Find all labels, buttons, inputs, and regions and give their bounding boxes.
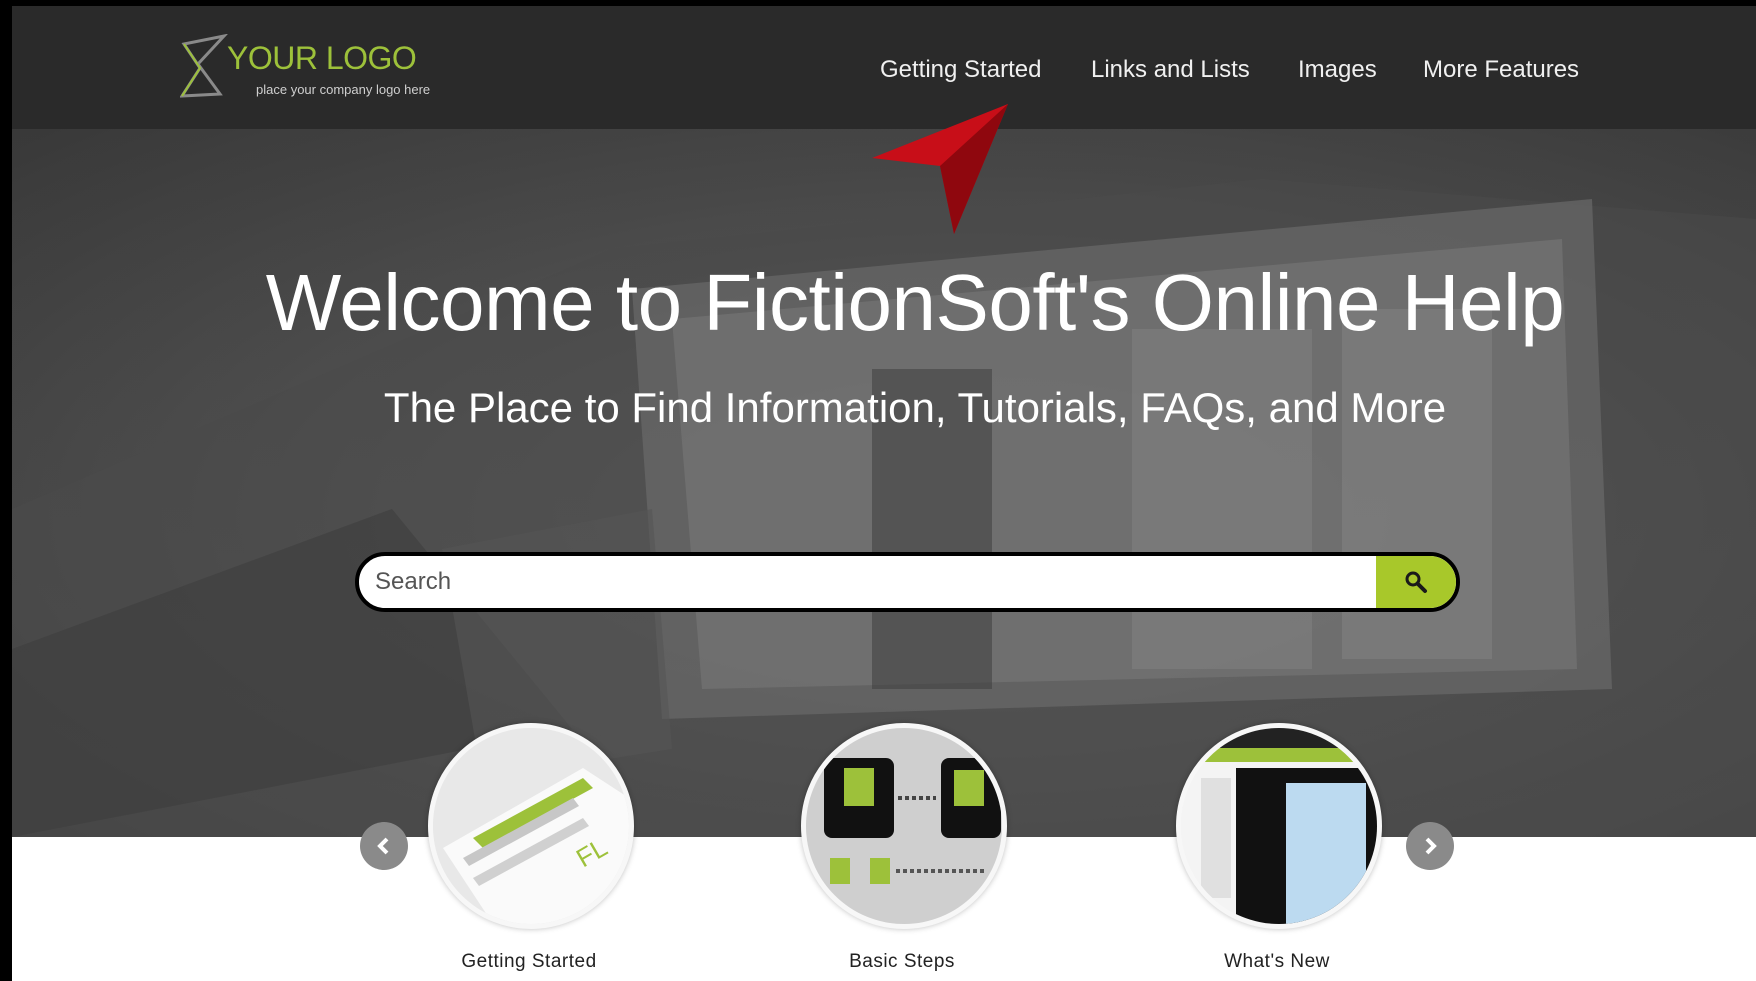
chevron-left-icon (377, 837, 389, 855)
help-page: YOUR LOGO place your company logo here G… (12, 6, 1756, 981)
search-icon (1405, 571, 1427, 593)
search-button[interactable] (1376, 556, 1456, 608)
carousel-prev-button[interactable] (360, 822, 408, 870)
tile-image (1176, 723, 1382, 929)
nav-more-features[interactable]: More Features (1423, 56, 1579, 84)
logo[interactable]: YOUR LOGO place your company logo here (180, 32, 480, 112)
nav-getting-started[interactable]: Getting Started (880, 56, 1041, 84)
nav-links-and-lists[interactable]: Links and Lists (1091, 56, 1250, 84)
tile-basic-steps[interactable]: Basic Steps (797, 723, 1007, 972)
tile-getting-started[interactable]: FL Getting Started (424, 723, 634, 972)
tile-image (801, 723, 1007, 929)
logo-text: YOUR LOGO (227, 40, 417, 76)
tile-label: Basic Steps (849, 951, 955, 972)
hero-title: Welcome to FictionSoft's Online Help (265, 258, 1565, 347)
logo-mark-icon (180, 34, 228, 98)
hero-subtitle: The Place to Find Information, Tutorials… (383, 384, 1447, 431)
tile-image: FL (428, 723, 634, 929)
search-bar (355, 552, 1460, 612)
logo-tagline: place your company logo here (256, 82, 431, 97)
pointer-arrow-icon (872, 104, 1008, 234)
tile-label: Getting Started (461, 951, 597, 972)
tile-label: What's New (1224, 951, 1330, 972)
tile-whats-new[interactable]: What's New (1172, 723, 1382, 972)
chevron-right-icon (1425, 837, 1437, 855)
carousel-next-button[interactable] (1406, 822, 1454, 870)
search-input[interactable] (359, 556, 1375, 608)
nav-images[interactable]: Images (1298, 56, 1377, 84)
